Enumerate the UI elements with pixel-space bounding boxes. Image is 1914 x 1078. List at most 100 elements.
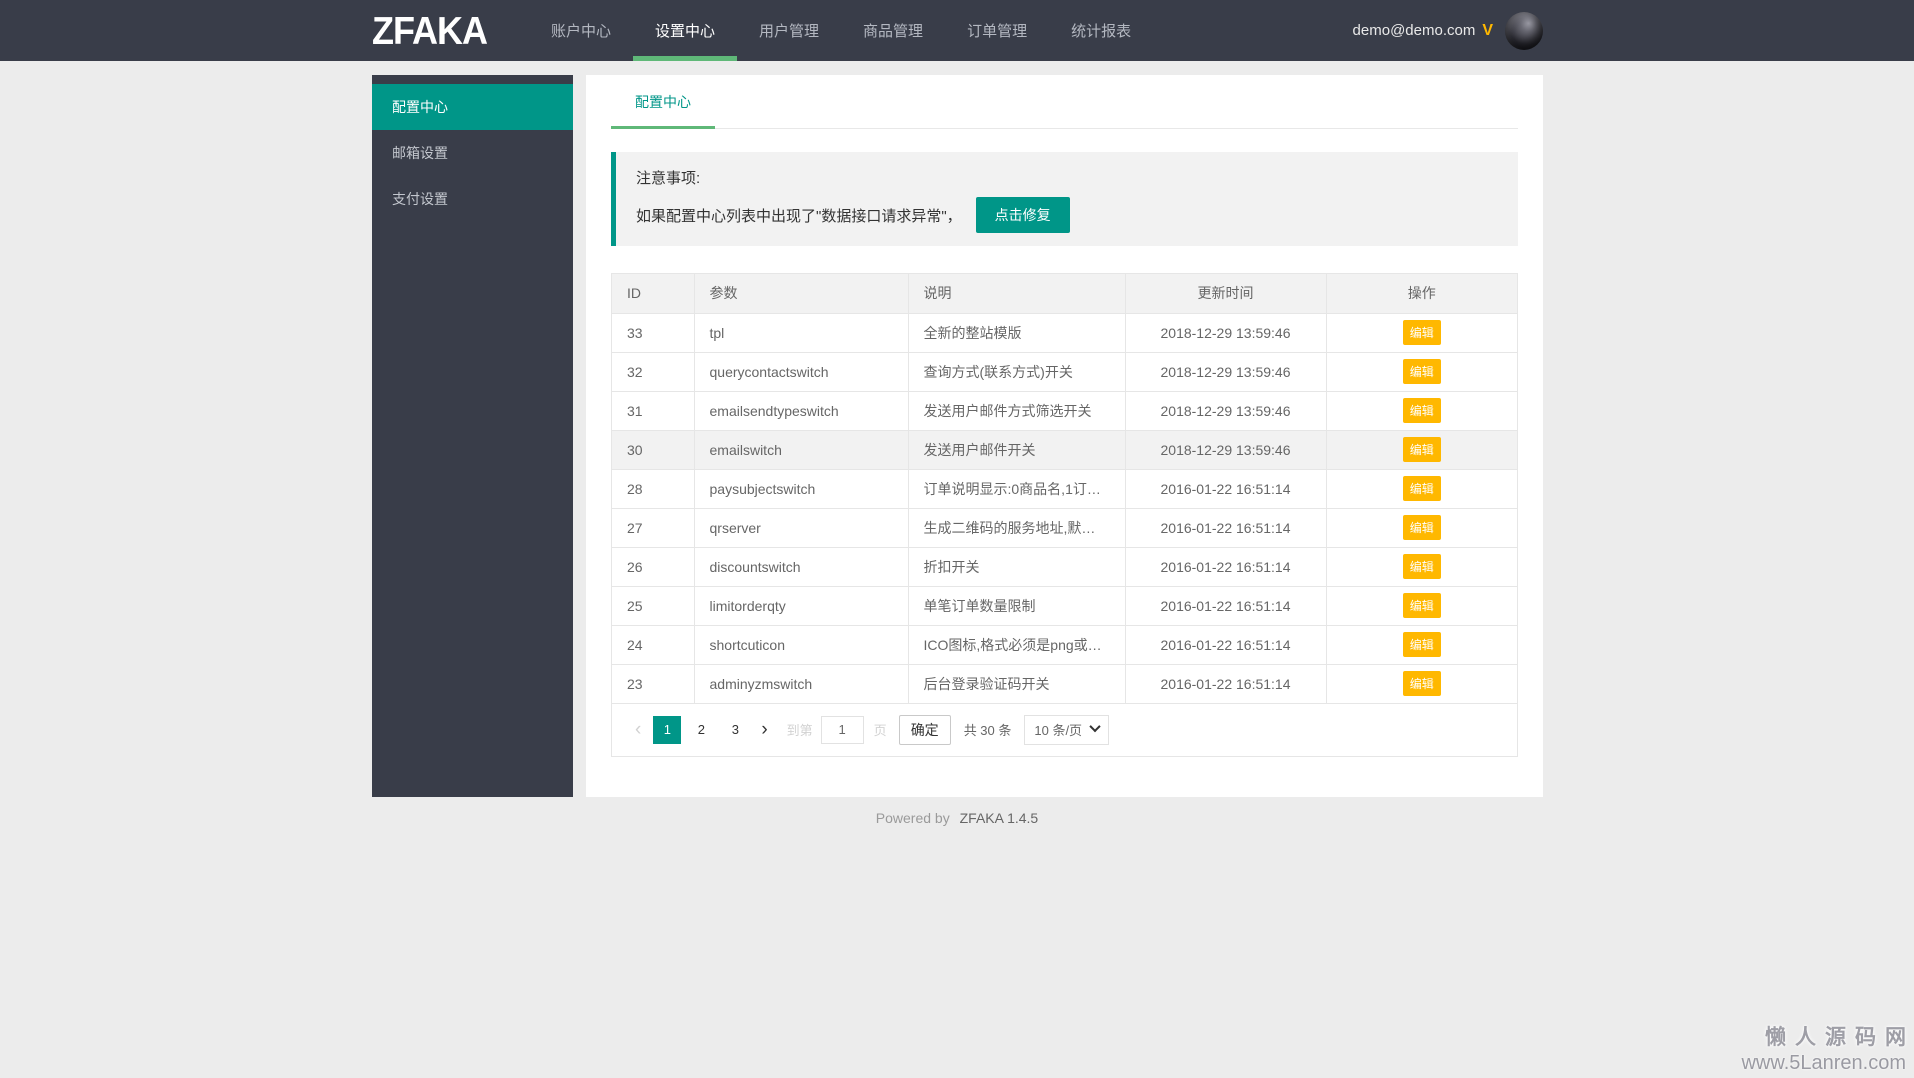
row-desc: 折扣开关: [908, 547, 1125, 586]
sidebar-item-1[interactable]: 邮箱设置: [372, 130, 573, 176]
table-row: 27qrserver生成二维码的服务地址,默…2016-01-22 16:51:…: [612, 508, 1517, 547]
nav-item-3[interactable]: 商品管理: [841, 0, 945, 61]
edit-button[interactable]: 编辑: [1403, 320, 1441, 345]
table-row: 31emailsendtypeswitch发送用户邮件方式筛选开关2018-12…: [612, 391, 1517, 430]
column-header-2: 说明: [908, 274, 1125, 313]
row-time: 2018-12-29 13:59:46: [1125, 352, 1326, 391]
edit-button[interactable]: 编辑: [1403, 437, 1441, 462]
main-card: 配置中心 注意事项: 如果配置中心列表中出现了"数据接口请求异常"， 点击修复 …: [586, 75, 1543, 797]
edit-button[interactable]: 编辑: [1403, 671, 1441, 696]
row-actions: 编辑: [1326, 313, 1517, 352]
nav-item-4[interactable]: 订单管理: [945, 0, 1049, 61]
per-page-value: 10 条/页: [1034, 720, 1082, 739]
sidebar-item-2[interactable]: 支付设置: [372, 176, 573, 222]
chevron-down-icon: [1089, 720, 1100, 731]
row-time: 2016-01-22 16:51:14: [1125, 547, 1326, 586]
row-desc: 后台登录验证码开关: [908, 664, 1125, 703]
row-time: 2016-01-22 16:51:14: [1125, 469, 1326, 508]
row-id: 31: [612, 391, 694, 430]
row-actions: 编辑: [1326, 547, 1517, 586]
per-page-select[interactable]: 10 条/页: [1024, 715, 1109, 745]
content-layout: 配置中心邮箱设置支付设置 配置中心 注意事项: 如果配置中心列表中出现了"数据接…: [372, 75, 1543, 797]
notice-text: 如果配置中心列表中出现了"数据接口请求异常"，: [636, 205, 962, 226]
row-actions: 编辑: [1326, 586, 1517, 625]
edit-button[interactable]: 编辑: [1403, 554, 1441, 579]
fix-button[interactable]: 点击修复: [976, 197, 1070, 233]
column-header-0: ID: [612, 274, 694, 313]
row-id: 30: [612, 430, 694, 469]
edit-button[interactable]: 编辑: [1403, 398, 1441, 423]
confirm-page-button[interactable]: 确定: [899, 715, 951, 745]
row-actions: 编辑: [1326, 625, 1517, 664]
top-navbar: ZFAKA 账户中心设置中心用户管理商品管理订单管理统计报表 demo@demo…: [0, 0, 1914, 61]
navbar-inner: ZFAKA 账户中心设置中心用户管理商品管理订单管理统计报表 demo@demo…: [372, 0, 1543, 61]
brand-logo[interactable]: ZFAKA: [372, 8, 487, 53]
row-param: emailswitch: [694, 430, 908, 469]
table-row: 33tpl全新的整站模版2018-12-29 13:59:46编辑: [612, 313, 1517, 352]
row-param: discountswitch: [694, 547, 908, 586]
row-desc: 发送用户邮件开关: [908, 430, 1125, 469]
row-actions: 编辑: [1326, 391, 1517, 430]
goto-page-input[interactable]: [821, 716, 864, 744]
nav-item-1[interactable]: 设置中心: [633, 0, 737, 61]
powered-by-label: Powered by: [876, 810, 950, 826]
table-row: 32querycontactswitch查询方式(联系方式)开关2018-12-…: [612, 352, 1517, 391]
user-dropdown-caret-icon[interactable]: V: [1482, 22, 1493, 40]
table-row: 26discountswitch折扣开关2016-01-22 16:51:14 编…: [612, 547, 1517, 586]
user-email[interactable]: demo@demo.com: [1353, 22, 1476, 39]
footer: Powered by ZFAKA 1.4.5: [0, 810, 1914, 826]
next-page-icon[interactable]: ›: [752, 716, 776, 744]
row-id: 33: [612, 313, 694, 352]
row-time: 2016-01-22 16:51:14: [1125, 625, 1326, 664]
row-param: querycontactswitch: [694, 352, 908, 391]
row-actions: 编辑: [1326, 664, 1517, 703]
nav-item-0[interactable]: 账户中心: [529, 0, 633, 61]
edit-button[interactable]: 编辑: [1403, 515, 1441, 540]
table-row: 30emailswitch发送用户邮件开关2018-12-29 13:59:46…: [612, 430, 1517, 469]
watermark: 懒人源码网 www.5Lanren.com: [1741, 1025, 1906, 1076]
tab-bar: 配置中心: [611, 75, 1518, 129]
row-desc: 发送用户邮件方式筛选开关: [908, 391, 1125, 430]
row-param: shortcuticon: [694, 625, 908, 664]
nav-item-2[interactable]: 用户管理: [737, 0, 841, 61]
row-param: adminyzmswitch: [694, 664, 908, 703]
watermark-site-name: 懒人源码网: [1741, 1025, 1914, 1051]
page-number-2[interactable]: 2: [687, 716, 715, 744]
column-header-4: 操作: [1326, 274, 1517, 313]
total-count-label: 共 30 条: [964, 720, 1012, 739]
row-time: 2016-01-22 16:51:14: [1125, 586, 1326, 625]
edit-button[interactable]: 编辑: [1403, 476, 1441, 501]
page-number-3[interactable]: 3: [721, 716, 749, 744]
row-param: qrserver: [694, 508, 908, 547]
sidebar-item-0[interactable]: 配置中心: [372, 84, 573, 130]
edit-button[interactable]: 编辑: [1403, 593, 1441, 618]
row-id: 24: [612, 625, 694, 664]
row-id: 27: [612, 508, 694, 547]
row-desc: ICO图标,格式必须是png或…: [908, 625, 1125, 664]
footer-version-link[interactable]: ZFAKA 1.4.5: [960, 810, 1039, 826]
goto-label: 到第: [787, 720, 813, 739]
edit-button[interactable]: 编辑: [1403, 632, 1441, 657]
user-avatar[interactable]: [1505, 12, 1543, 50]
config-table-block: ID参数说明更新时间操作 33tpl全新的整站模版2018-12-29 13:5…: [611, 273, 1518, 757]
sidebar: 配置中心邮箱设置支付设置: [372, 75, 573, 797]
page-number-1[interactable]: 1: [653, 716, 681, 744]
column-header-1: 参数: [694, 274, 908, 313]
nav-item-5[interactable]: 统计报表: [1049, 0, 1153, 61]
tab-config-center[interactable]: 配置中心: [611, 75, 715, 128]
row-param: paysubjectswitch: [694, 469, 908, 508]
row-id: 26: [612, 547, 694, 586]
prev-page-icon[interactable]: ‹: [626, 716, 650, 744]
notice-line: 如果配置中心列表中出现了"数据接口请求异常"， 点击修复: [636, 197, 1498, 233]
row-time: 2018-12-29 13:59:46: [1125, 391, 1326, 430]
row-id: 32: [612, 352, 694, 391]
notice-title: 注意事项:: [636, 167, 1498, 188]
row-actions: 编辑: [1326, 508, 1517, 547]
row-desc: 订单说明显示:0商品名,1订…: [908, 469, 1125, 508]
row-actions: 编辑: [1326, 430, 1517, 469]
row-desc: 查询方式(联系方式)开关: [908, 352, 1125, 391]
row-param: emailsendtypeswitch: [694, 391, 908, 430]
edit-button[interactable]: 编辑: [1403, 359, 1441, 384]
page-numbers: 123: [650, 716, 752, 744]
row-time: 2016-01-22 16:51:14: [1125, 508, 1326, 547]
